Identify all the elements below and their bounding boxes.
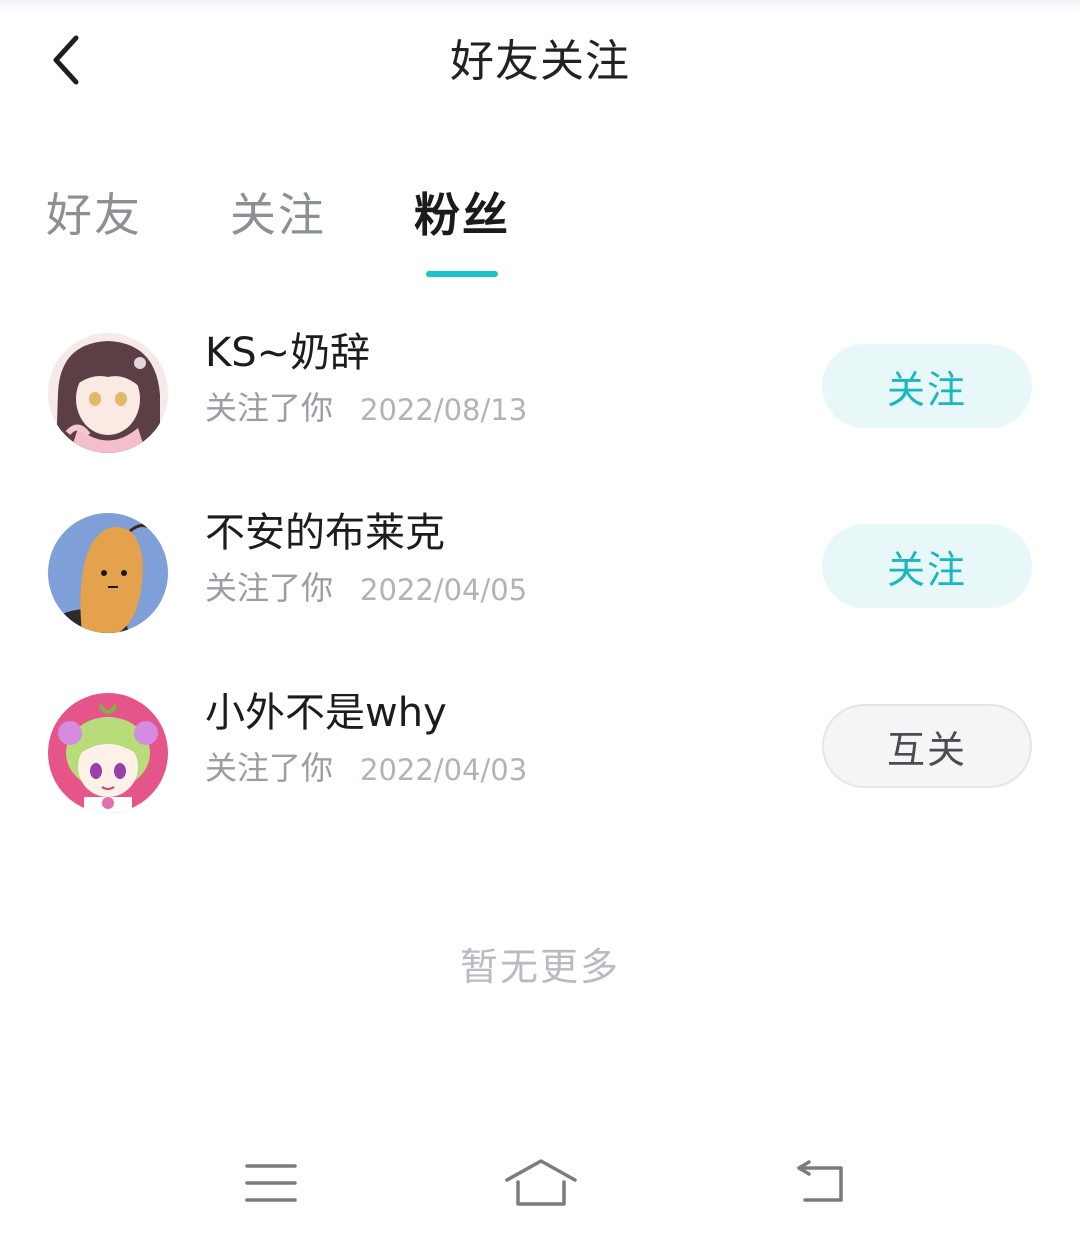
followed-you-label: 关注了你 bbox=[205, 569, 334, 607]
follow-button[interactable]: 关注 bbox=[822, 344, 1032, 428]
menu-icon bbox=[245, 1162, 297, 1208]
bean-character-avatar-icon bbox=[48, 513, 168, 633]
followed-you-label: 关注了你 bbox=[205, 749, 334, 787]
user-name[interactable]: 不安的布莱克 bbox=[205, 505, 445, 561]
system-back-button[interactable] bbox=[778, 1150, 868, 1220]
tab-friends[interactable]: 好友 bbox=[46, 180, 142, 250]
follow-date: 2022/08/13 bbox=[360, 393, 528, 427]
user-name[interactable]: KS~奶辞 bbox=[205, 325, 370, 381]
green-hair-girl-avatar-icon bbox=[48, 693, 168, 813]
status-bar bbox=[0, 0, 1080, 12]
follow-button[interactable]: 关注 bbox=[822, 524, 1032, 608]
follow-date: 2022/04/03 bbox=[360, 753, 528, 787]
no-more-label: 暂无更多 bbox=[459, 945, 620, 989]
tab-fans[interactable]: 粉丝 bbox=[414, 180, 510, 250]
avatar[interactable] bbox=[48, 333, 168, 453]
anime-girl-avatar-icon bbox=[48, 333, 168, 453]
follow-date: 2022/04/05 bbox=[360, 573, 528, 607]
menu-button[interactable] bbox=[226, 1150, 316, 1220]
active-tab-indicator bbox=[426, 271, 498, 277]
list-item[interactable]: 小外不是why 关注了你 2022/04/03 互关 bbox=[0, 673, 1080, 833]
page-title: 好友关注 bbox=[450, 36, 630, 87]
avatar[interactable] bbox=[48, 693, 168, 813]
home-icon bbox=[504, 1158, 578, 1212]
list-item[interactable]: 不安的布莱克 关注了你 2022/04/05 关注 bbox=[0, 493, 1080, 653]
mutual-follow-button[interactable]: 互关 bbox=[822, 704, 1032, 788]
list-item[interactable]: KS~奶辞 关注了你 2022/08/13 关注 bbox=[0, 313, 1080, 473]
back-arrow-icon bbox=[795, 1160, 851, 1210]
user-name[interactable]: 小外不是why bbox=[205, 685, 447, 741]
tab-following[interactable]: 关注 bbox=[230, 180, 326, 250]
followed-you-label: 关注了你 bbox=[205, 389, 334, 427]
page: 好友关注 好友 关注 粉丝 KS~奶辞 关注了你 2022/08/13 关注 不… bbox=[0, 0, 1080, 1245]
home-button[interactable] bbox=[496, 1150, 586, 1220]
avatar[interactable] bbox=[48, 513, 168, 633]
